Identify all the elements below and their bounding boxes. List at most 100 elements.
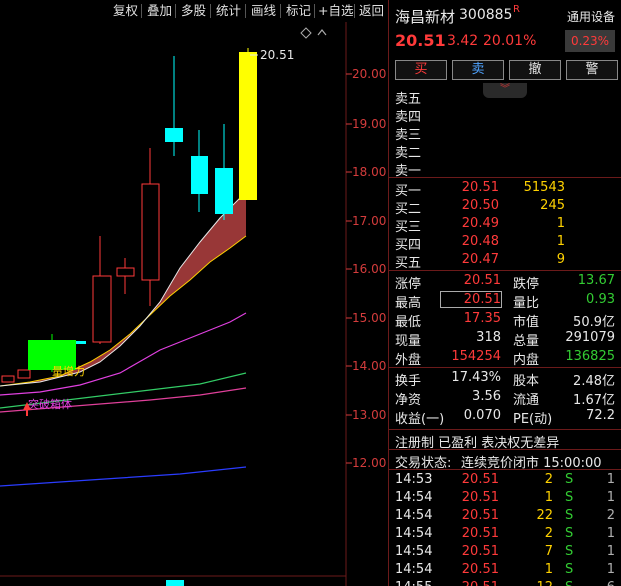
moving-average-long-line xyxy=(0,466,247,487)
toolbar-overlay-button[interactable]: 叠加 xyxy=(145,3,174,19)
volume-bar xyxy=(166,580,184,586)
stat-value: 17.35 xyxy=(463,311,501,326)
price-label-18: 18.00 xyxy=(352,165,386,179)
tick-time: 14:53 xyxy=(395,472,433,487)
bid-1-volume: 51543 xyxy=(523,180,565,195)
price-axis-labels: 20.00 19.00 18.00 17.00 16.00 15.00 14.0… xyxy=(352,67,386,470)
chart-canvas[interactable]: 20.00 19.00 18.00 17.00 16.00 15.00 14.0… xyxy=(0,22,388,586)
tick-side: S xyxy=(565,472,574,487)
tick-price: 20.51 xyxy=(461,508,499,523)
stat-label: 最低 xyxy=(395,315,422,330)
stat-label: 流通 xyxy=(513,393,540,408)
candle-limit-up xyxy=(239,52,257,200)
last-price: 20.51 xyxy=(395,31,446,50)
tick-count: 1 xyxy=(606,490,615,505)
toolbar-draw-line-button[interactable]: 画线 xyxy=(249,3,278,19)
tick-time: 14:54 xyxy=(395,526,433,541)
diamond-icon xyxy=(300,27,312,39)
tick-volume: 12 xyxy=(525,580,553,586)
candle-cyan xyxy=(191,156,208,194)
tick-count: 1 xyxy=(606,544,615,559)
annotation-volume: 量增力 xyxy=(52,364,85,378)
stat-label: 收益(一) xyxy=(395,412,445,427)
divider xyxy=(389,270,621,271)
toolbar-add-watchlist-button[interactable]: +自选 xyxy=(316,3,355,19)
chevron-double-down-icon[interactable]: ︾ xyxy=(483,83,527,98)
toolbar-mark-button[interactable]: 标记 xyxy=(284,3,313,19)
bid-4-price[interactable]: 20.48 xyxy=(461,234,499,249)
toolbar-statistics-button[interactable]: 统计 xyxy=(214,3,243,19)
chevron-up-icon xyxy=(317,29,327,36)
stat-value: 72.2 xyxy=(586,408,615,423)
candle xyxy=(17,369,31,379)
toolbar-divider xyxy=(314,4,315,18)
bid-3-volume: 1 xyxy=(556,216,565,231)
stat-label: 净资 xyxy=(395,393,422,408)
price-label-19: 19.00 xyxy=(352,117,386,131)
toolbar-multi-stock-button[interactable]: 多股 xyxy=(179,3,208,19)
bid-2-label: 买二 xyxy=(395,202,422,217)
tick-count: 6 xyxy=(597,580,615,586)
tick-volume: 1 xyxy=(544,490,553,505)
stat-value: 0.070 xyxy=(463,408,501,423)
stat-label: 市值 xyxy=(513,315,540,330)
ask-2-label: 卖二 xyxy=(395,146,422,161)
tick-volume: 2 xyxy=(544,472,553,487)
sector-change[interactable]: 0.23% xyxy=(565,30,615,52)
bid-5-price[interactable]: 20.47 xyxy=(461,252,499,267)
toolbar-divider xyxy=(141,4,142,18)
stat-label: 量比 xyxy=(513,296,540,311)
divider xyxy=(389,449,621,450)
bid-3-price[interactable]: 20.49 xyxy=(461,216,499,231)
toolbar-divider xyxy=(175,4,176,18)
price-change: 3.42 xyxy=(447,33,479,49)
ask-5-label: 卖五 xyxy=(395,92,422,107)
chart-settings-icons[interactable] xyxy=(300,27,327,39)
stat-value: 20.51 xyxy=(440,291,502,308)
bid-4-label: 买四 xyxy=(395,238,422,253)
tick-time: 14:54 xyxy=(395,508,433,523)
ask-4-label: 卖四 xyxy=(395,110,422,125)
price-label-13: 13.00 xyxy=(352,408,386,422)
stat-label: 股本 xyxy=(513,374,540,389)
stat-label: 总量 xyxy=(513,334,540,349)
bid-1-price[interactable]: 20.51 xyxy=(461,180,499,195)
buy-button[interactable]: 买 xyxy=(395,60,447,80)
tick-volume: 2 xyxy=(544,526,553,541)
alert-button[interactable]: 警 xyxy=(566,60,618,80)
cancel-order-button[interactable]: 撤 xyxy=(509,60,561,80)
tick-count: 2 xyxy=(606,508,615,523)
price-change-percent: 20.01% xyxy=(483,33,537,49)
bid-4-volume: 1 xyxy=(556,234,565,249)
sell-button[interactable]: 卖 xyxy=(452,60,504,80)
tick-side: S xyxy=(565,580,573,586)
bid-2-price[interactable]: 20.50 xyxy=(461,198,499,213)
stat-value: 136825 xyxy=(565,349,615,364)
margin-mark: R xyxy=(513,4,520,15)
candles xyxy=(1,48,257,383)
sector-label[interactable]: 通用设备 xyxy=(567,8,615,25)
toolbar-divider xyxy=(210,4,211,18)
candle-cyan xyxy=(215,168,233,214)
toolbar-divider xyxy=(354,4,355,18)
stat-label: 换手 xyxy=(395,374,422,389)
stat-value: 154254 xyxy=(451,349,501,364)
stock-code: 300885 xyxy=(459,7,513,23)
tick-count: 1 xyxy=(606,472,615,487)
high-price-label: 20.51 xyxy=(260,48,294,62)
stat-value: 20.51 xyxy=(463,273,501,288)
stat-label: 外盘 xyxy=(395,353,422,368)
tick-price: 20.51 xyxy=(461,526,499,541)
stat-value: 291079 xyxy=(565,330,615,345)
candlestick-chart[interactable]: 20.00 19.00 18.00 17.00 16.00 15.00 14.0… xyxy=(0,22,388,586)
annotation-breakout: 突破箱体 xyxy=(28,397,72,411)
tick-price: 20.51 xyxy=(461,490,499,505)
toolbar-restore-rights-button[interactable]: 复权 xyxy=(111,3,140,19)
price-label-12: 12.00 xyxy=(352,456,386,470)
tick-price: 20.51 xyxy=(461,472,499,487)
tick-price: 20.51 xyxy=(461,562,499,577)
toolbar-back-button[interactable]: 返回 xyxy=(357,3,386,19)
tick-time: 14:54 xyxy=(395,544,433,559)
divider xyxy=(389,177,621,178)
stat-value: 17.43% xyxy=(451,370,501,385)
